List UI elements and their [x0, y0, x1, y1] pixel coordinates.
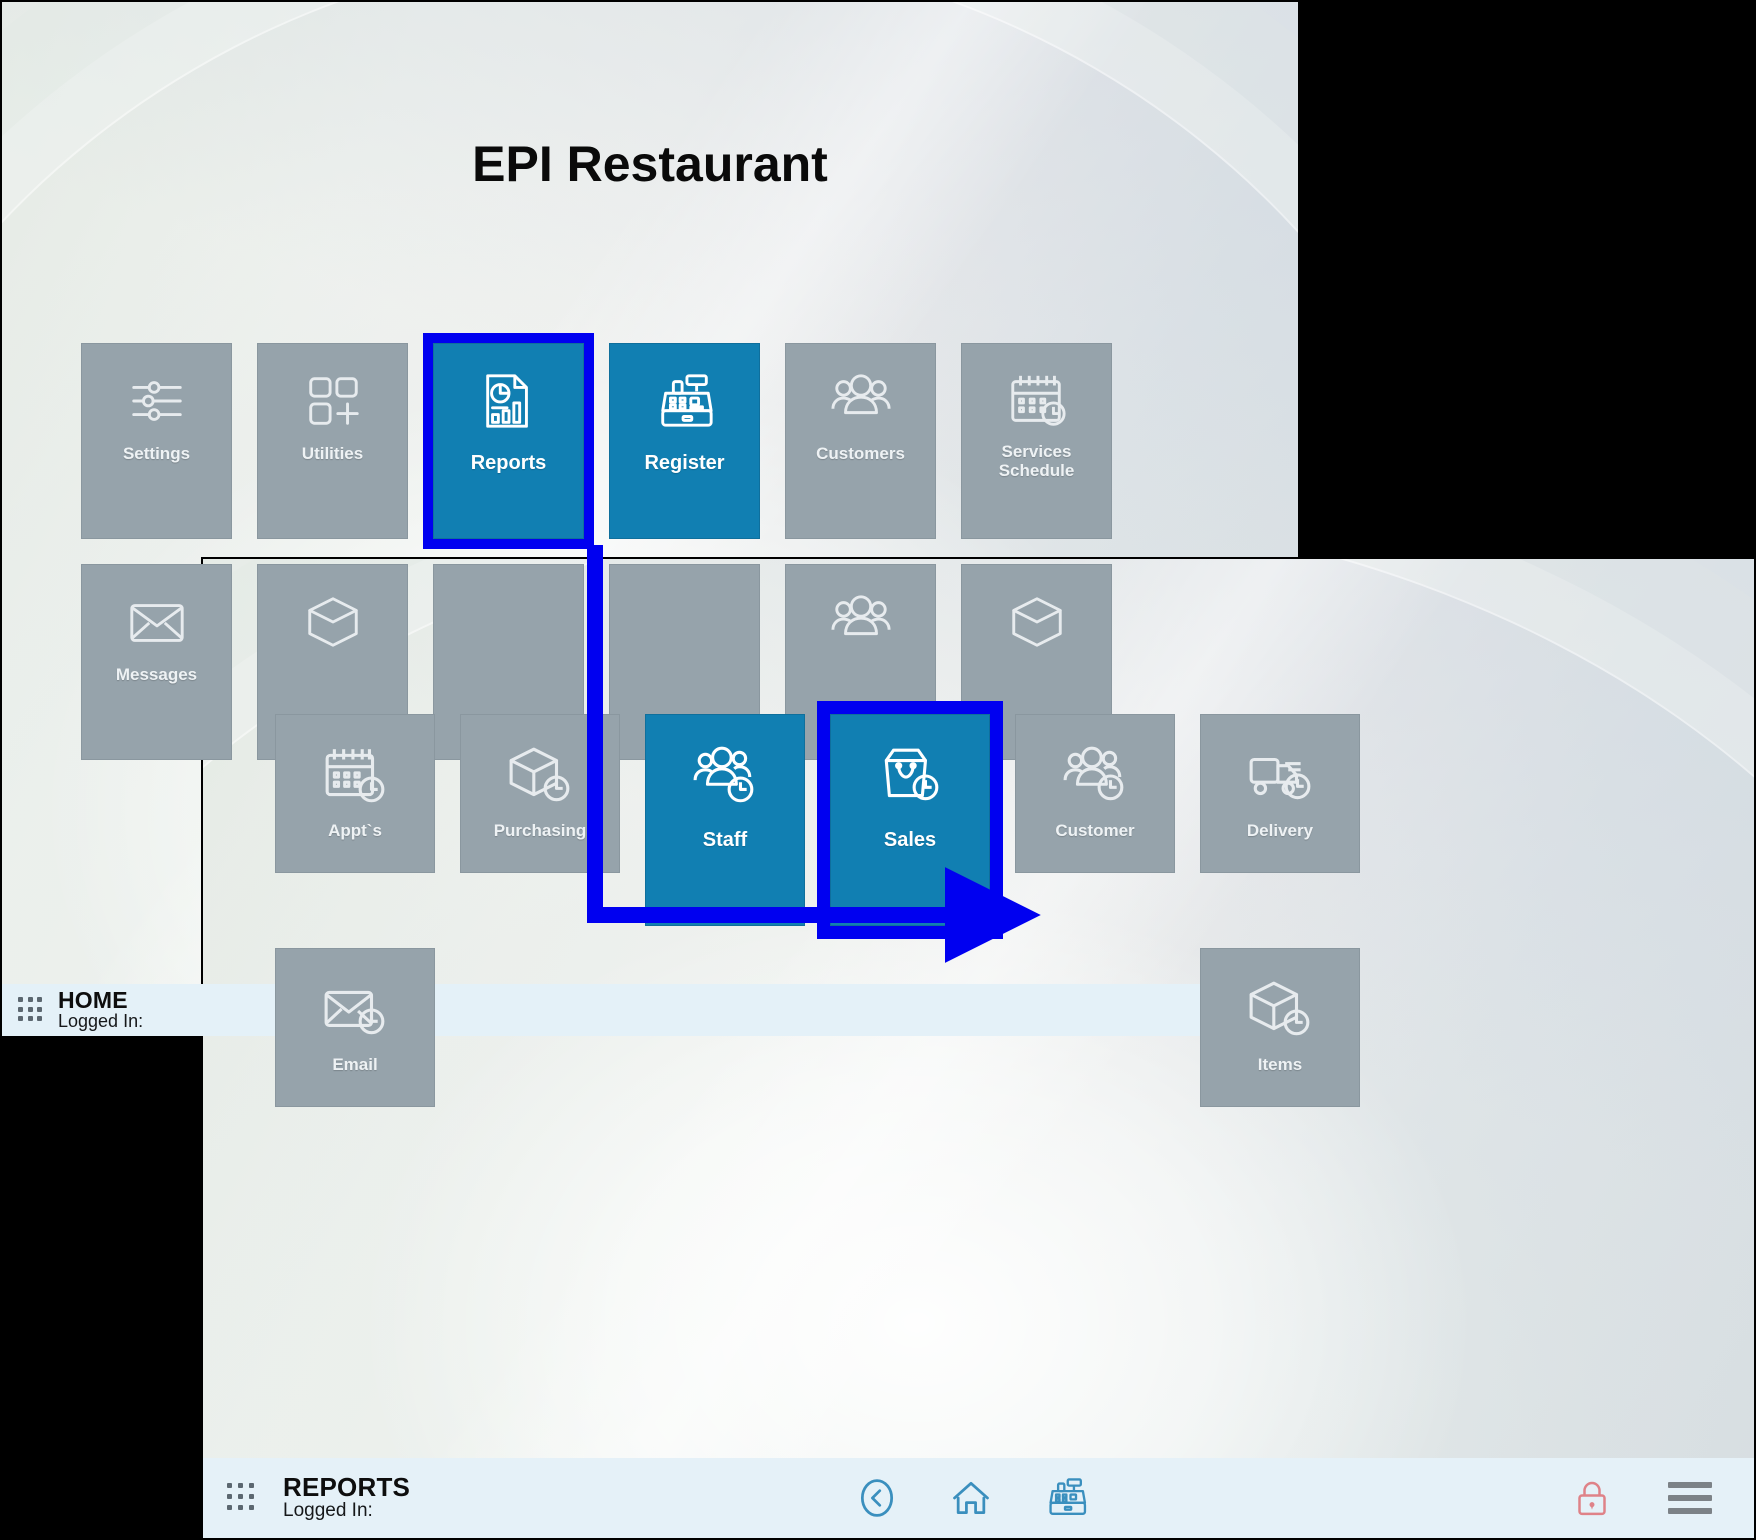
tile-reports[interactable]: Reports: [423, 333, 594, 549]
tile-label: Purchasing: [493, 821, 587, 840]
home-footer-titles: HOME Logged In:: [58, 988, 143, 1032]
tile-label: Utilities: [301, 444, 364, 463]
app-grip-icon[interactable]: [227, 1483, 257, 1513]
app-grip-icon[interactable]: [18, 997, 44, 1023]
tile-customers[interactable]: Customers: [785, 343, 936, 539]
tile-delivery[interactable]: Delivery: [1200, 714, 1360, 873]
reports-tile-grid: Appt`s Purchasing Staff Sales Customer D…: [275, 701, 1360, 1107]
back-circle-icon[interactable]: [855, 1476, 899, 1520]
tile-register[interactable]: Register: [609, 343, 760, 539]
people-clock-icon: [693, 746, 754, 803]
footer-nav-icons: [370, 1476, 1572, 1520]
tile-label: Staff: [702, 829, 748, 851]
tile-label: Settings: [122, 444, 191, 463]
shopping-bag-clock-icon: [884, 748, 939, 801]
tile-label: Email: [332, 1055, 378, 1074]
tile-services-schedule[interactable]: Services Schedule: [961, 343, 1112, 539]
tile-sales[interactable]: Sales: [817, 701, 1003, 939]
tile-label: Services Schedule: [998, 442, 1075, 481]
tile-label: Delivery: [1246, 821, 1314, 840]
page-title: EPI Restaurant: [472, 136, 828, 192]
tile-customer[interactable]: Customer: [1015, 714, 1175, 873]
tile-email[interactable]: Email: [275, 948, 435, 1107]
tile-label: Items: [1257, 1055, 1303, 1074]
tile-label: Customer: [1055, 821, 1135, 840]
people-group-icon: [830, 374, 891, 415]
cash-register-icon[interactable]: [1043, 1476, 1087, 1520]
tile-items[interactable]: Items: [1200, 948, 1360, 1107]
tile-label: Sales: [883, 829, 937, 851]
calendar-clock-icon: [325, 749, 385, 803]
footer-login-status: Logged In:: [58, 1011, 144, 1032]
cash-register-icon: [660, 374, 713, 427]
tile-utilities[interactable]: Utilities: [257, 343, 408, 539]
box-clock-icon: [1249, 981, 1310, 1036]
lock-icon[interactable]: [1572, 1478, 1612, 1518]
envelope-clock-icon: [324, 990, 385, 1035]
report-chart-icon: [485, 374, 528, 428]
tile-settings[interactable]: Settings: [81, 343, 232, 539]
sliders-icon: [131, 381, 182, 421]
people-clock-icon: [1063, 746, 1124, 801]
grid-plus-icon: [308, 377, 359, 425]
tile-appts[interactable]: Appt`s: [275, 714, 435, 873]
home-icon[interactable]: [949, 1476, 993, 1520]
footer-title: HOME: [58, 987, 128, 1014]
tile-label: Appt`s: [328, 821, 382, 840]
hamburger-menu-icon[interactable]: [1668, 1482, 1712, 1514]
tile-label: Reports: [470, 452, 547, 474]
envelope-icon: [129, 604, 184, 642]
footer-right-icons: [1572, 1478, 1712, 1518]
tile-label: Customers: [816, 444, 905, 463]
tile-staff[interactable]: Staff: [645, 714, 805, 926]
screenshot-stage: EPI Restaurant Settings Utilities Report…: [0, 0, 1756, 1540]
box-clock-icon: [509, 747, 570, 802]
reports-window: Appt`s Purchasing Staff Sales Customer D…: [201, 557, 1756, 1540]
tile-label: Register: [644, 452, 725, 474]
reports-footer: REPORTS Logged In:: [203, 1458, 1754, 1538]
tile-purchasing[interactable]: Purchasing: [460, 714, 620, 873]
tile-label: Messages: [115, 665, 198, 684]
truck-clock-icon: [1249, 757, 1311, 800]
calendar-clock-icon: [1010, 375, 1066, 426]
